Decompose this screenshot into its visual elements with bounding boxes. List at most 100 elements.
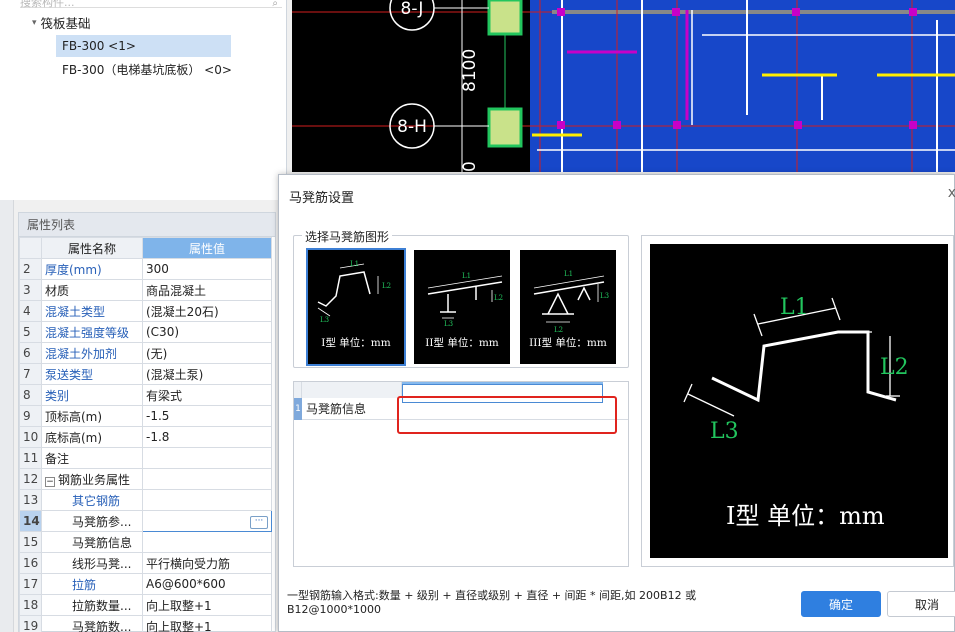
property-value[interactable] [142,468,272,490]
property-value[interactable]: (C30) [142,321,272,343]
property-name-text: 厚度(mm) [45,262,102,277]
property-value[interactable] [142,531,272,553]
shape-caption-type-iii: III型 单位：mm [529,337,607,349]
property-value[interactable]: A6@600*600 [142,573,272,595]
property-name-text: 材质 [45,283,70,298]
tree-search-input[interactable]: 搜索构件... [20,0,282,9]
property-row[interactable]: 10 底标高(m) -1.8 [19,426,272,448]
property-value[interactable]: 平行横向受力筋 [142,552,272,574]
header-corner [19,237,42,259]
property-row[interactable]: 6 混凝土外加剂 (无) [19,342,272,364]
property-value[interactable]: (无) [142,342,272,364]
property-value-text: (混凝土泵) [146,367,204,382]
property-row[interactable]: 15 马凳筋信息 [19,531,272,553]
row-number: 2 [19,258,42,280]
svg-text:L2: L2 [494,294,503,302]
shape-caption-type-i: I型 单位：mm [321,337,391,349]
shape-caption-type-ii: II型 单位：mm [425,337,499,349]
cad-drawing: 8-J 8-H 8100 0 [292,0,955,172]
stool-info-input[interactable] [402,384,603,403]
property-name: 拉筋数量... [41,594,143,616]
shape-preview-frame: L1 L2 L3 I型 单位：mm [641,235,954,567]
component-tree-panel: 搜索构件... ⌕ ▾ 筏板基础 FB-300 <1> FB-300（电梯基坑底… [0,0,287,200]
ok-button[interactable]: 确定 [801,591,881,617]
chevron-down-icon[interactable]: ▾ [32,18,37,28]
property-name: 材质 [41,279,143,301]
row-number: 6 [19,342,42,364]
property-name-text: 顶标高(m) [45,409,103,424]
property-row[interactable]: 2 厚度(mm) 300 [19,258,272,280]
property-value[interactable]: ··· [142,510,272,532]
property-value[interactable]: -1.8 [142,426,272,448]
collapse-icon[interactable]: − [45,476,55,487]
shape-option-type-iii[interactable]: L1 L3 L2 III型 单位：mm [518,248,618,366]
row-number: 10 [19,426,42,448]
property-name-text: 类别 [45,388,70,403]
property-value[interactable]: 向上取整+1 [142,594,272,616]
property-value[interactable]: (混凝土泵) [142,363,272,385]
cad-canvas[interactable]: 8-J 8-H 8100 0 [292,0,955,172]
tree-group-raft-foundation[interactable]: ▾ 筏板基础 [32,13,91,32]
row-number: 12 [19,468,42,490]
property-row[interactable]: 16 线形马凳... 平行横向受力筋 [19,552,272,574]
property-value[interactable]: 300 [142,258,272,280]
property-row[interactable]: 11 备注 [19,447,272,469]
property-name-text: 钢筋业务属性 [58,472,131,487]
property-row[interactable]: 19 马凳筋数... 向上取整+1 [19,615,272,632]
row-number: 18 [19,594,42,616]
search-icon[interactable]: ⌕ [272,0,278,9]
close-icon[interactable]: x [948,185,955,201]
property-name: 混凝土外加剂 [41,342,143,364]
property-value-text: 商品混凝土 [146,283,207,298]
property-value-text: 平行横向受力筋 [146,556,231,571]
property-name: 混凝土强度等级 [41,321,143,343]
property-value[interactable] [142,447,272,469]
property-value[interactable]: (混凝土20石) [142,300,272,322]
cancel-button[interactable]: 取消 [887,591,955,617]
axis-label-8h: 8-H [397,117,427,137]
app-window: 搜索构件... ⌕ ▾ 筏板基础 FB-300 <1> FB-300（电梯基坑底… [0,0,955,632]
column-8j [487,0,523,36]
ellipsis-button[interactable]: ··· [250,516,268,529]
property-row[interactable]: 18 拉筋数量... 向上取整+1 [19,594,272,616]
shape-option-type-i[interactable]: L1 L2 L3 I型 单位：mm [306,248,406,366]
property-row[interactable]: 7 泵送类型 (混凝土泵) [19,363,272,385]
svg-text:L1: L1 [564,270,573,278]
shape-selection-group: 选择马凳筋图形 L1 L2 L3 I型 单位：mm L1 L2 L3 II型 单… [293,228,629,368]
row-number: 5 [19,321,42,343]
preview-caption: I型 单位：mm [726,502,885,530]
row-number: 3 [19,279,42,301]
property-row[interactable]: 9 顶标高(m) -1.5 [19,405,272,427]
property-row[interactable]: 3 材质 商品混凝土 [19,279,272,301]
property-value[interactable]: -1.5 [142,405,272,427]
property-row[interactable]: 14 马凳筋参... ··· [19,510,272,532]
property-row[interactable]: 12− 钢筋业务属性 [19,468,272,490]
property-value[interactable]: 有梁式 [142,384,272,406]
property-value-text: 300 [146,262,169,276]
svg-text:L2: L2 [554,326,563,334]
svg-text:L1: L1 [350,260,359,268]
property-value-text: 有梁式 [146,388,183,403]
property-value[interactable] [142,489,272,511]
preview-label-l1: L1 [780,295,809,320]
tree-node-fb300-elevator-pit[interactable]: FB-300（电梯基坑底板） <0> [56,59,238,81]
stool-info-grid: 1 马凳筋信息 [293,381,629,567]
property-name: 马凳筋参... [41,510,143,532]
property-rows: 2 厚度(mm) 300 3 材质 商品混凝土 4 混凝土类型 (混凝土20石) 5 混凝土强度等级… [19,258,272,632]
shape-option-type-ii[interactable]: L1 L2 L3 II型 单位：mm [412,248,512,366]
column-8h [487,107,523,148]
property-value[interactable]: 商品混凝土 [142,279,272,301]
property-name: 泵送类型 [41,363,143,385]
preview-label-l2: L2 [880,355,909,380]
svg-text:L3: L3 [320,316,329,324]
property-row[interactable]: 5 混凝土强度等级 (C30) [19,321,272,343]
property-row[interactable]: 13 其它钢筋 [19,489,272,511]
property-value[interactable]: 向上取整+1 [142,615,272,632]
property-row[interactable]: 17 拉筋 A6@600*600 [19,573,272,595]
property-row[interactable]: 8 类别 有梁式 [19,384,272,406]
property-name-text: 混凝土类型 [45,304,106,319]
property-name: 马凳筋信息 [41,531,143,553]
header-value: 属性值 [142,237,272,259]
property-row[interactable]: 4 混凝土类型 (混凝土20石) [19,300,272,322]
tree-node-fb300[interactable]: FB-300 <1> [56,35,231,57]
